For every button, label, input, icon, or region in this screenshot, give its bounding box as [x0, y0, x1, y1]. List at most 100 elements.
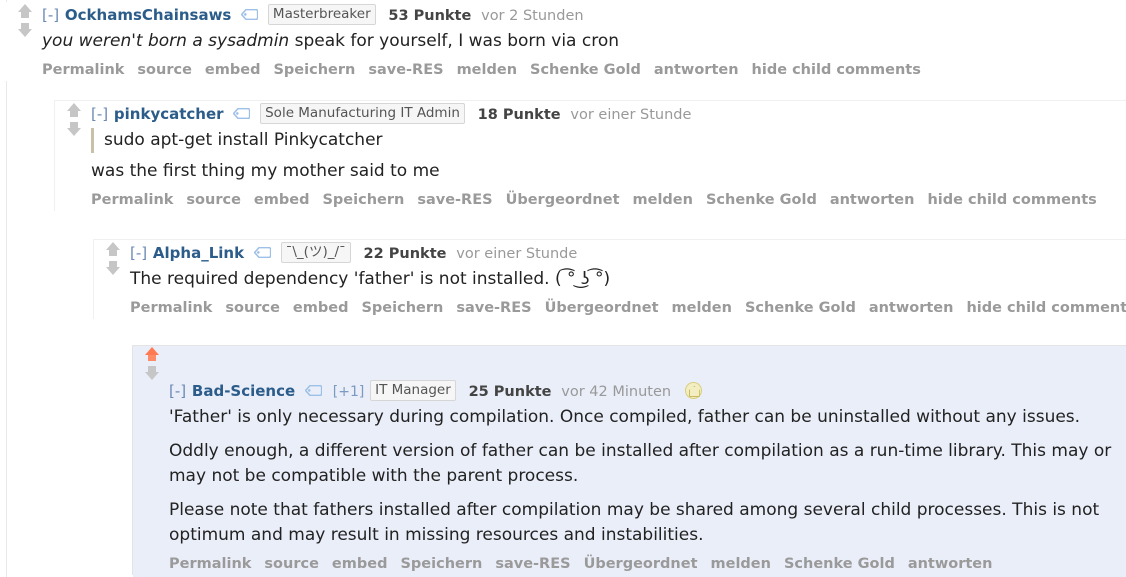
comment-score: 22 Punkte — [363, 246, 447, 262]
action-parent[interactable]: Übergeordnet — [584, 556, 698, 572]
quoted-phrase: you weren't born a sysadmin — [42, 31, 290, 51]
comment-text-4: 'Father' is only necessary during compil… — [169, 403, 1126, 548]
comment-text-1: you weren't born a sysadmin speak for yo… — [42, 27, 1126, 54]
comment-body-2: [-] pinkycatcher Sole Manufacturing IT A… — [55, 101, 1126, 211]
comment-separator — [133, 345, 1126, 346]
comment-author-link[interactable]: pinkycatcher — [114, 105, 224, 123]
comment-paragraph: you weren't born a sysadmin speak for yo… — [42, 29, 1126, 54]
comment-actions-3: Permalink source embed Speichern save-RES Übe… — [130, 296, 1126, 319]
comment-timestamp: vor einer Stunde — [570, 107, 692, 123]
action-give-gold[interactable]: Schenke Gold — [530, 62, 641, 78]
action-save-res[interactable]: save-RES — [495, 556, 570, 572]
action-permalink[interactable]: Permalink — [91, 192, 173, 208]
action-permalink[interactable]: Permalink — [42, 62, 124, 78]
comment-author-link[interactable]: Alpha_Link — [153, 244, 244, 262]
collapse-toggle[interactable]: [-] — [169, 382, 186, 400]
action-reply[interactable]: antworten — [830, 192, 915, 208]
action-save[interactable]: Speichern — [361, 300, 443, 316]
action-parent[interactable]: Übergeordnet — [545, 300, 659, 316]
action-save-res[interactable]: save-RES — [417, 192, 492, 208]
action-embed[interactable]: embed — [293, 300, 349, 316]
action-save[interactable]: Speichern — [400, 556, 482, 572]
action-hide-child-comments[interactable]: hide child comments — [927, 192, 1096, 208]
action-hide-child-comments[interactable]: hide child comments — [966, 300, 1126, 316]
action-report[interactable]: melden — [457, 62, 517, 78]
comment-actions-4: Permalink source embed Speichern save-RES Übe… — [169, 552, 1126, 575]
action-hide-child-comments[interactable]: hide child comments — [752, 62, 921, 78]
collapse-toggle[interactable]: [-] — [130, 244, 147, 262]
action-source[interactable]: source — [225, 300, 280, 316]
usertag-icon[interactable] — [253, 243, 272, 263]
paragraph-rest: speak for yourself, I was born via cron — [289, 31, 620, 51]
vote-delta-badge: [+1] — [332, 384, 365, 400]
upvote-arrow-head — [145, 347, 159, 355]
comment-thread: [-] OckhamsChainsaws Masterbreaker 53 Pu… — [0, 0, 1126, 577]
reddit-gold-icon[interactable] — [684, 382, 702, 399]
action-give-gold[interactable]: Schenke Gold — [706, 192, 817, 208]
action-report[interactable]: melden — [672, 300, 732, 316]
comment-score: 18 Punkte — [477, 107, 561, 123]
usertag-icon[interactable] — [240, 5, 259, 25]
comment-paragraph: 'Father' is only necessary during compil… — [169, 407, 1081, 427]
comment-tagline-2: [-] pinkycatcher Sole Manufacturing IT A… — [91, 101, 1126, 126]
action-give-gold[interactable]: Schenke Gold — [745, 300, 856, 316]
thread-left-rule — [6, 0, 7, 577]
action-save[interactable]: Speichern — [322, 192, 404, 208]
action-save-res[interactable]: save-RES — [368, 62, 443, 78]
action-permalink[interactable]: Permalink — [169, 556, 251, 572]
action-permalink[interactable]: Permalink — [130, 300, 212, 316]
action-parent[interactable]: Übergeordnet — [506, 192, 620, 208]
blockquote-text: sudo apt-get install Pinkycatcher — [104, 130, 383, 150]
action-source[interactable]: source — [137, 62, 192, 78]
action-embed[interactable]: embed — [254, 192, 310, 208]
comment-body-4: [-] Bad-Science [+1] IT Manager 25 Punkt… — [133, 378, 1126, 575]
comment-blockquote: sudo apt-get install Pinkycatcher — [91, 128, 1126, 153]
collapse-toggle[interactable]: [-] — [42, 6, 59, 24]
action-report[interactable]: melden — [633, 192, 693, 208]
comment-paragraph: The required dependency 'father' is not … — [130, 269, 611, 289]
comment-timestamp: vor 42 Minuten — [561, 384, 672, 400]
comment-actions-1: Permalink source embed Speichern save-RES mel… — [42, 58, 1126, 81]
vote-group-4 — [141, 347, 163, 380]
author-flair: Sole Manufacturing IT Admin — [260, 103, 465, 124]
upvote-arrow-stem — [148, 355, 156, 361]
comment-score: 53 Punkte — [388, 8, 472, 24]
comment-score: 25 Punkte — [468, 384, 552, 400]
collapse-toggle[interactable]: [-] — [91, 105, 108, 123]
action-save-res[interactable]: save-RES — [456, 300, 531, 316]
comment-paragraph: was the first thing my mother said to me — [91, 161, 440, 181]
comment-timestamp: vor einer Stunde — [456, 246, 578, 262]
comment-bad-science: [-] Bad-Science [+1] IT Manager 25 Punkt… — [132, 345, 1126, 577]
action-reply[interactable]: antworten — [908, 556, 993, 572]
comment-ockhamschainsaws: [-] OckhamsChainsaws Masterbreaker 53 Pu… — [6, 2, 1126, 577]
comment-timestamp: vor 2 Stunden — [481, 8, 584, 24]
comment-author-link[interactable]: Bad-Science — [192, 382, 295, 400]
action-reply[interactable]: antworten — [869, 300, 954, 316]
author-flair: IT Manager — [370, 380, 456, 401]
action-give-gold[interactable]: Schenke Gold — [784, 556, 895, 572]
comment-paragraph: Please note that fathers installed after… — [169, 500, 1100, 545]
comment-paragraph: Oddly enough, a different version of fat… — [169, 441, 1112, 486]
usertag-icon[interactable] — [304, 381, 323, 401]
action-source[interactable]: source — [264, 556, 319, 572]
author-flair: ¯\_(ツ)_/¯ — [280, 242, 351, 263]
action-source[interactable]: source — [186, 192, 241, 208]
comment-tagline-1: [-] OckhamsChainsaws Masterbreaker 53 Pu… — [42, 2, 1126, 27]
action-embed[interactable]: embed — [205, 62, 261, 78]
comment-text-3: The required dependency 'father' is not … — [130, 265, 1126, 292]
comment-body-1: [-] OckhamsChainsaws Masterbreaker 53 Pu… — [6, 2, 1126, 81]
comment-alpha-link: [-] Alpha_Link ¯\_(ツ)_/¯ 22 Punkte vor e… — [93, 239, 1126, 577]
action-embed[interactable]: embed — [332, 556, 388, 572]
upvote-arrow-icon[interactable] — [141, 347, 163, 361]
comment-text-2: sudo apt-get install Pinkycatcher was th… — [91, 126, 1126, 184]
action-save[interactable]: Speichern — [273, 62, 355, 78]
action-reply[interactable]: antworten — [654, 62, 739, 78]
comment-actions-2: Permalink source embed Speichern save-RES Übe… — [91, 188, 1126, 211]
action-report[interactable]: melden — [711, 556, 771, 572]
comment-pinkycatcher: [-] pinkycatcher Sole Manufacturing IT A… — [54, 100, 1126, 577]
comment-author-link[interactable]: OckhamsChainsaws — [65, 6, 231, 24]
comment-body-3: [-] Alpha_Link ¯\_(ツ)_/¯ 22 Punkte vor e… — [94, 240, 1126, 319]
comment-tagline-4: [-] Bad-Science [+1] IT Manager 25 Punkt… — [169, 378, 1126, 403]
usertag-icon[interactable] — [232, 104, 251, 124]
author-flair: Masterbreaker — [267, 4, 376, 25]
